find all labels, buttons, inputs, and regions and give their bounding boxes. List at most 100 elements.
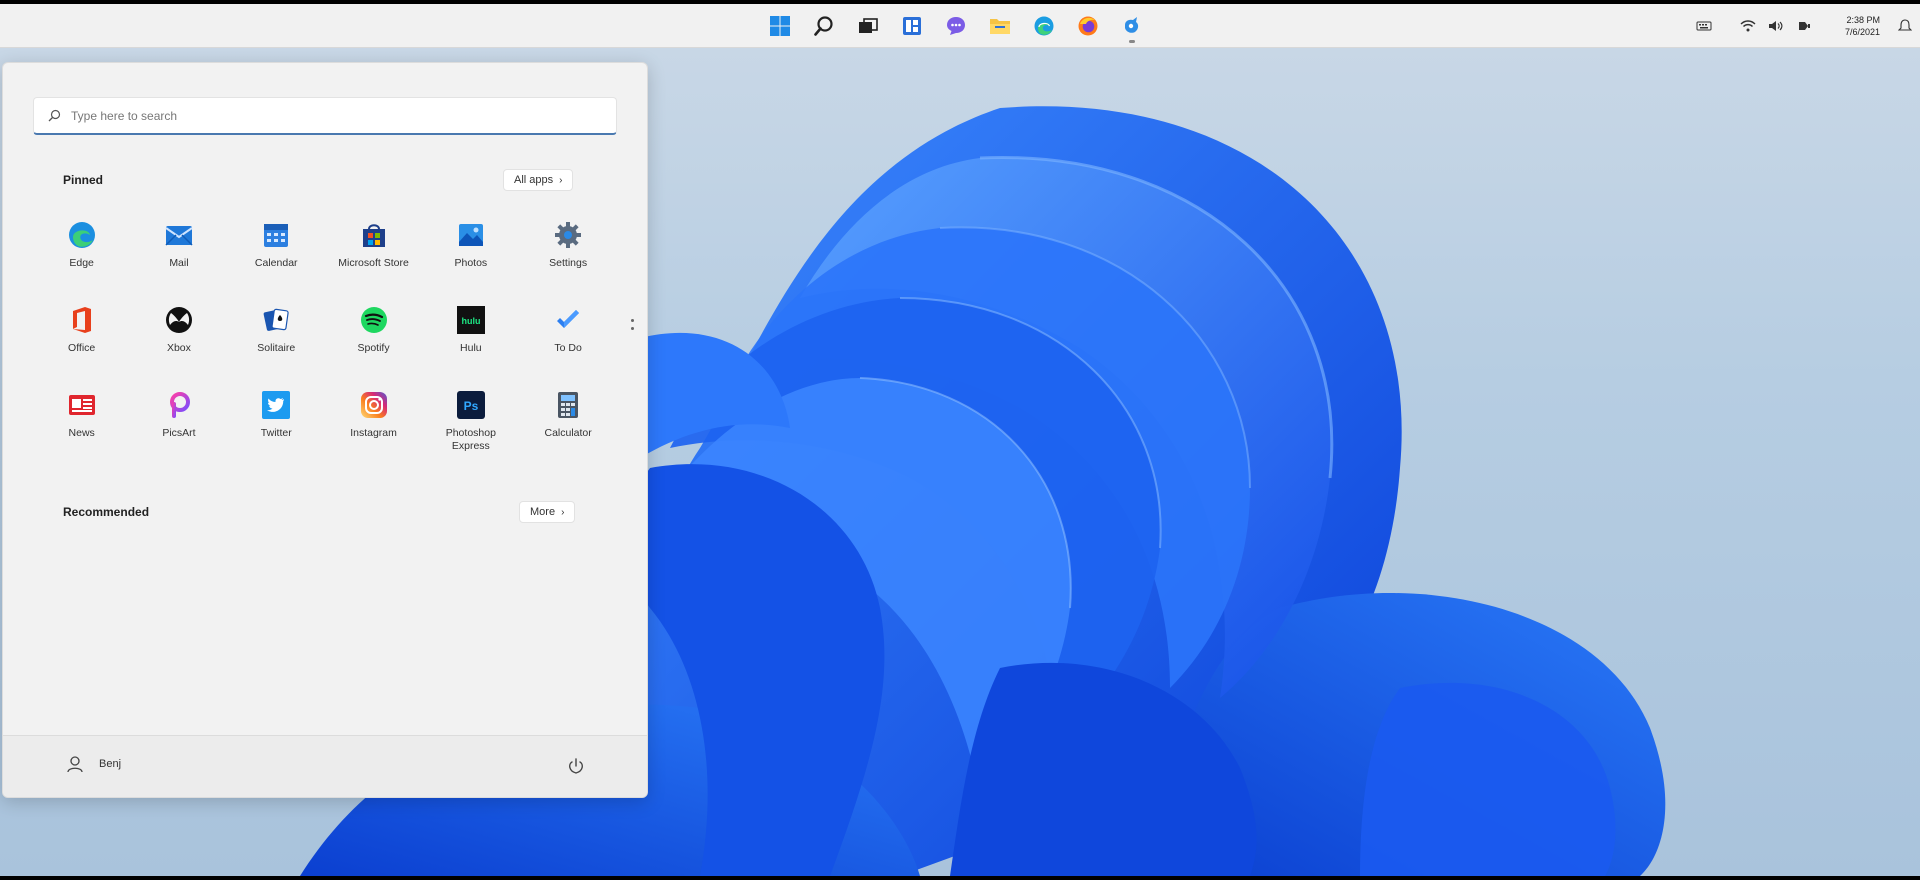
power-button[interactable] xyxy=(565,756,587,778)
app-label: Photos xyxy=(454,257,488,269)
pinned-title: Pinned xyxy=(63,173,104,187)
app-label: Instagram xyxy=(350,427,397,439)
twitter-icon xyxy=(262,391,291,419)
pinned-apps-grid: Edge Mail Calendar Microsoft Store Photo… xyxy=(33,213,617,468)
pinned-app-spotify[interactable]: Spotify xyxy=(325,298,422,383)
page-indicator[interactable] xyxy=(629,319,635,330)
app-label: PicsArt xyxy=(162,427,196,439)
page-dot xyxy=(630,327,634,330)
search-input[interactable] xyxy=(71,108,571,123)
system-tray: 2:38 PM 7/6/2021 xyxy=(1695,8,1914,44)
more-button[interactable]: More › xyxy=(519,501,576,523)
pinned-app-to-do[interactable]: To Do xyxy=(519,298,616,383)
pinned-app-xbox[interactable]: Xbox xyxy=(130,298,227,383)
more-label: More xyxy=(530,506,556,518)
pinned-app-edge[interactable]: Edge xyxy=(33,213,130,298)
photos-icon xyxy=(458,224,483,246)
task-view-button[interactable] xyxy=(850,8,886,44)
chevron-right-icon: › xyxy=(559,174,563,186)
taskbar: 2:38 PM 7/6/2021 xyxy=(0,4,1920,48)
pinned-app-calendar[interactable]: Calendar xyxy=(228,213,325,298)
user-icon xyxy=(67,756,83,773)
volume-icon[interactable] xyxy=(1767,17,1785,35)
todo-icon xyxy=(557,310,580,328)
file-explorer-button[interactable] xyxy=(982,8,1018,44)
windows-logo-icon xyxy=(770,16,790,36)
photoshop-icon: Ps xyxy=(456,391,485,419)
edge-icon xyxy=(68,222,95,248)
app-icon xyxy=(1125,17,1139,33)
pinned-app-instagram[interactable]: Instagram xyxy=(325,383,422,468)
start-button[interactable] xyxy=(762,8,798,44)
search-icon xyxy=(48,109,61,122)
app-label: Calculator xyxy=(544,427,592,439)
task-view-icon xyxy=(859,18,878,33)
app-label: Office xyxy=(68,342,96,354)
start-menu: Pinned All apps › Edge Mail Calendar Mic… xyxy=(2,62,648,798)
start-menu-footer: Benj xyxy=(3,735,647,797)
wifi-icon[interactable] xyxy=(1739,17,1757,35)
solitaire-icon xyxy=(263,308,289,331)
page-dot xyxy=(630,319,634,322)
pinned-app-settings[interactable]: Settings xyxy=(519,213,616,298)
app-label: Settings xyxy=(549,257,588,269)
chevron-right-icon: › xyxy=(561,506,565,518)
app-label: Edge xyxy=(69,257,94,269)
store-icon xyxy=(362,224,385,247)
pinned-app-calculator[interactable]: Calculator xyxy=(519,383,616,468)
edge-button[interactable] xyxy=(1026,8,1062,44)
user-name: Benj xyxy=(99,758,122,770)
all-apps-button[interactable]: All apps › xyxy=(503,169,574,191)
pinned-app-photoshop-express[interactable]: Ps Photoshop Express xyxy=(422,383,519,468)
pinned-app-microsoft-store[interactable]: Microsoft Store xyxy=(325,213,422,298)
calculator-icon xyxy=(558,392,579,418)
xbox-icon xyxy=(165,307,192,333)
pinned-app-picsart[interactable]: PicsArt xyxy=(130,383,227,468)
hulu-icon: hulu xyxy=(456,306,485,334)
pinned-app-photos[interactable]: Photos xyxy=(422,213,519,298)
pinned-app-mail[interactable]: Mail xyxy=(130,213,227,298)
app-label: Photoshop Express xyxy=(445,427,496,452)
widgets-button[interactable] xyxy=(894,8,930,44)
battery-icon[interactable] xyxy=(1795,17,1813,35)
taskbar-apps xyxy=(762,8,1150,44)
picsart-icon xyxy=(169,392,190,418)
gear-icon xyxy=(555,222,582,248)
app-label: To Do xyxy=(554,342,582,354)
app-label: Mail xyxy=(169,257,189,269)
clock-date: 7/6/2021 xyxy=(1844,27,1880,37)
office-icon xyxy=(72,307,91,333)
pinned-app-news[interactable]: News xyxy=(33,383,130,468)
all-apps-label: All apps xyxy=(514,174,554,186)
app-label: Twitter xyxy=(260,427,292,439)
chat-button[interactable] xyxy=(938,8,974,44)
app-label: Microsoft Store xyxy=(338,257,409,269)
app-label: Spotify xyxy=(357,342,390,354)
app-button[interactable] xyxy=(1114,8,1150,44)
pinned-app-solitaire[interactable]: Solitaire xyxy=(228,298,325,383)
svg-text:Ps: Ps xyxy=(463,399,478,413)
app-label: Hulu xyxy=(460,342,482,354)
search-button[interactable] xyxy=(806,8,842,44)
user-account-button[interactable]: Benj xyxy=(65,754,121,774)
notifications-icon[interactable] xyxy=(1896,17,1914,35)
edge-icon xyxy=(1034,16,1054,36)
pinned-app-twitter[interactable]: Twitter xyxy=(228,383,325,468)
app-label: Xbox xyxy=(166,342,191,354)
keyboard-icon[interactable] xyxy=(1695,17,1713,35)
widgets-icon xyxy=(903,17,921,35)
search-box[interactable] xyxy=(33,97,617,135)
clock-time: 2:38 PM xyxy=(1846,15,1880,25)
app-label: Solitaire xyxy=(257,342,296,354)
chat-icon xyxy=(947,17,965,35)
news-icon xyxy=(68,395,95,415)
svg-text:hulu: hulu xyxy=(461,316,480,326)
spotify-icon xyxy=(360,307,387,333)
pinned-app-hulu[interactable]: hulu Hulu xyxy=(422,298,519,383)
folder-icon xyxy=(990,19,1010,34)
mail-icon xyxy=(165,226,193,246)
clock[interactable]: 2:38 PM 7/6/2021 xyxy=(1845,14,1880,38)
firefox-button[interactable] xyxy=(1070,8,1106,44)
pinned-app-office[interactable]: Office xyxy=(33,298,130,383)
recommended-title: Recommended xyxy=(63,505,150,519)
